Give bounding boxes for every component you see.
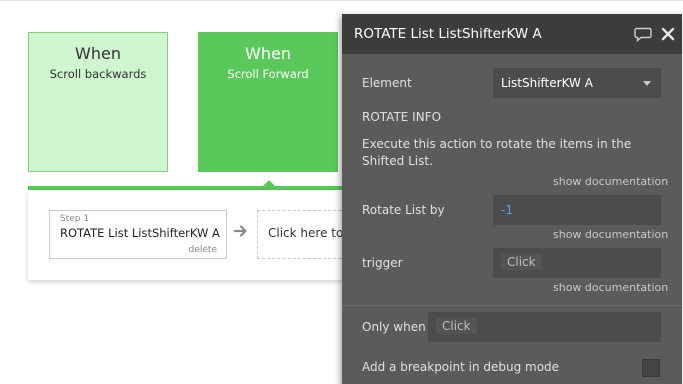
trigger-placeholder: Click [501, 254, 542, 270]
element-label: Element [362, 76, 412, 90]
delete-step-link[interactable]: delete [189, 245, 217, 255]
comment-icon[interactable] [634, 27, 652, 42]
panel-divider [342, 305, 682, 306]
trigger-label: trigger [362, 256, 403, 270]
only-when-label: Only when [362, 320, 426, 334]
step-title: ROTATE List ListShifterKW A [60, 226, 220, 240]
breakpoint-label: Add a breakpoint in debug mode [362, 360, 560, 374]
show-documentation-link[interactable]: show documentation [553, 228, 668, 241]
arrow-right-icon [233, 225, 247, 237]
event-card-scroll-backwards[interactable]: When Scroll backwards [28, 32, 168, 172]
rotate-list-label: Rotate List by [362, 203, 445, 217]
event-title: When [75, 44, 121, 63]
event-subtitle: Scroll backwards [49, 67, 147, 81]
panel-title: ROTATE List ListShifterKW A [354, 26, 542, 42]
section-heading: ROTATE INFO [362, 110, 442, 124]
step-number: Step 1 [60, 214, 90, 224]
element-dropdown[interactable]: ListShifterKW A [493, 68, 661, 98]
rotate-list-value: -1 [501, 203, 513, 217]
breakpoint-checkbox[interactable] [642, 359, 660, 377]
event-title: When [245, 44, 291, 63]
element-dropdown-value: ListShifterKW A [501, 76, 593, 90]
trigger-input[interactable]: Click [493, 248, 661, 278]
show-documentation-link[interactable]: show documentation [553, 281, 668, 294]
close-icon[interactable] [661, 27, 675, 41]
show-documentation-link[interactable]: show documentation [553, 175, 668, 188]
rotate-list-input[interactable]: -1 [493, 195, 661, 225]
only-when-placeholder: Click [436, 318, 477, 334]
property-editor-panel: ROTATE List ListShifterKW A Element List… [342, 14, 682, 384]
event-subtitle: Scroll Forward [227, 67, 309, 81]
step-1-action[interactable]: Step 1 ROTATE List ListShifterKW A delet… [49, 210, 227, 259]
chevron-down-icon [643, 81, 651, 86]
top-divider [0, 0, 683, 1]
only-when-input[interactable]: Click [428, 312, 661, 342]
panel-header[interactable]: ROTATE List ListShifterKW A [342, 14, 682, 54]
event-card-scroll-forward[interactable]: When Scroll Forward [198, 32, 338, 172]
workflow-actions-strip: Step 1 ROTATE List ListShifterKW A delet… [28, 190, 367, 280]
action-description: Execute this action to rotate the items … [362, 137, 632, 168]
